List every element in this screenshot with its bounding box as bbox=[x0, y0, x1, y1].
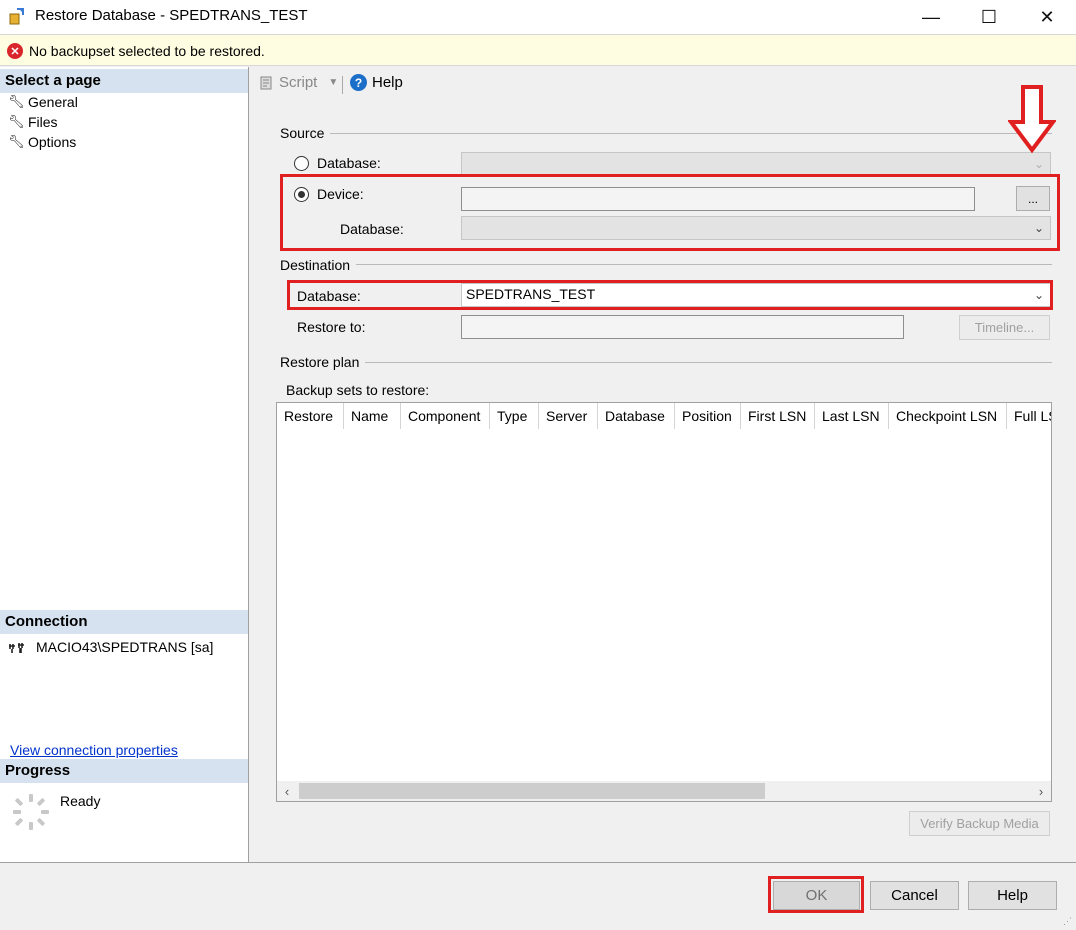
left-panel: Select a page 🔧︎ General 🔧︎ Files 🔧︎ Opt… bbox=[0, 67, 249, 862]
script-icon bbox=[260, 76, 272, 89]
error-icon: ✕ bbox=[7, 43, 23, 59]
page-item-label: General bbox=[28, 94, 78, 110]
column-header[interactable]: Type bbox=[490, 403, 539, 429]
help-icon: ? bbox=[350, 74, 367, 91]
help-toolbar-button[interactable]: ? Help bbox=[350, 74, 403, 91]
database-radio[interactable] bbox=[294, 156, 309, 171]
toolbar-separator bbox=[342, 76, 343, 94]
page-item-label: Files bbox=[28, 114, 58, 130]
maximize-button[interactable]: ☐ bbox=[960, 0, 1018, 34]
restore-to-field[interactable] bbox=[461, 315, 904, 339]
connection-header: Connection bbox=[0, 610, 248, 634]
chevron-down-icon: ⌄ bbox=[1033, 157, 1044, 171]
page-item-files[interactable]: 🔧︎ Files bbox=[8, 114, 58, 130]
column-header[interactable]: Checkpoint LSN bbox=[889, 403, 1007, 429]
source-group-label: Source bbox=[280, 125, 331, 141]
backup-sets-label: Backup sets to restore: bbox=[286, 382, 430, 398]
destination-group-label: Destination bbox=[280, 257, 357, 273]
column-header[interactable]: Position bbox=[675, 403, 741, 429]
restore-database-icon bbox=[9, 8, 24, 25]
script-label: Script bbox=[279, 74, 318, 91]
minimize-button[interactable]: — bbox=[902, 0, 960, 34]
page-item-options[interactable]: 🔧︎ Options bbox=[8, 134, 76, 150]
cancel-button[interactable]: Cancel bbox=[870, 881, 959, 910]
footer-divider bbox=[0, 862, 1076, 863]
page-item-label: Options bbox=[28, 134, 77, 150]
column-header[interactable]: Name bbox=[344, 403, 401, 429]
annotation-box-ok bbox=[768, 876, 864, 913]
connection-value: MACIO43\SPEDTRANS [sa] bbox=[36, 639, 214, 655]
progress-header: Progress bbox=[0, 759, 248, 783]
column-header[interactable]: Database bbox=[598, 403, 675, 429]
message-text: No backupset selected to be restored. bbox=[29, 43, 265, 59]
scrollbar-thumb[interactable] bbox=[299, 783, 765, 799]
progress-status: Ready bbox=[60, 793, 101, 809]
help-button[interactable]: Help bbox=[968, 881, 1057, 910]
chevron-down-icon: ▼ bbox=[328, 77, 339, 88]
backup-sets-grid[interactable]: Restore Name Component Type Server Datab… bbox=[276, 402, 1052, 802]
select-page-header: Select a page bbox=[0, 69, 248, 93]
progress-spinner-icon bbox=[13, 794, 49, 830]
column-header[interactable]: First LSN bbox=[741, 403, 815, 429]
annotation-box-destination bbox=[287, 280, 1053, 310]
window-title: Restore Database - SPEDTRANS_TEST bbox=[35, 7, 308, 24]
column-header[interactable]: Component bbox=[401, 403, 490, 429]
connection-icon bbox=[9, 643, 24, 653]
scroll-right-icon[interactable]: › bbox=[1031, 781, 1051, 801]
view-connection-properties-link[interactable]: View connection properties bbox=[10, 742, 178, 758]
title-bar: Restore Database - SPEDTRANS_TEST — ☐ ✕ bbox=[0, 0, 1076, 34]
message-bar: ✕ No backupset selected to be restored. bbox=[0, 34, 1076, 66]
column-header[interactable]: Last LSN bbox=[815, 403, 889, 429]
resize-grip-icon[interactable]: ⋰ bbox=[1063, 916, 1072, 927]
close-button[interactable]: ✕ bbox=[1018, 0, 1076, 34]
wrench-icon: 🔧︎ bbox=[8, 94, 25, 109]
restore-plan-group-line bbox=[365, 362, 1052, 363]
annotation-box-device bbox=[280, 174, 1060, 251]
column-header[interactable]: Full LS bbox=[1007, 403, 1051, 429]
wrench-icon: 🔧︎ bbox=[8, 114, 25, 129]
timeline-button[interactable]: Timeline... bbox=[959, 315, 1050, 340]
help-label: Help bbox=[372, 74, 403, 91]
source-database-combo[interactable]: ⌄ bbox=[461, 152, 1051, 176]
annotation-arrow-icon bbox=[1008, 85, 1056, 154]
verify-backup-media-button[interactable]: Verify Backup Media bbox=[909, 811, 1050, 836]
restore-to-label: Restore to: bbox=[297, 319, 366, 335]
column-header[interactable]: Restore bbox=[277, 403, 344, 429]
column-header[interactable]: Server bbox=[539, 403, 598, 429]
connection-info: MACIO43\SPEDTRANS [sa] bbox=[8, 639, 213, 655]
source-group-line bbox=[282, 133, 1052, 134]
script-button[interactable]: Script ▼ bbox=[258, 74, 338, 91]
destination-group-line bbox=[355, 264, 1052, 265]
wrench-icon: 🔧︎ bbox=[8, 134, 25, 149]
scroll-left-icon[interactable]: ‹ bbox=[277, 781, 297, 801]
horizontal-scrollbar[interactable]: ‹ › bbox=[277, 781, 1051, 801]
grid-header: Restore Name Component Type Server Datab… bbox=[277, 403, 1051, 429]
restore-plan-group-label: Restore plan bbox=[280, 354, 366, 370]
page-item-general[interactable]: 🔧︎ General bbox=[8, 94, 78, 110]
database-radio-label: Database: bbox=[317, 155, 381, 171]
